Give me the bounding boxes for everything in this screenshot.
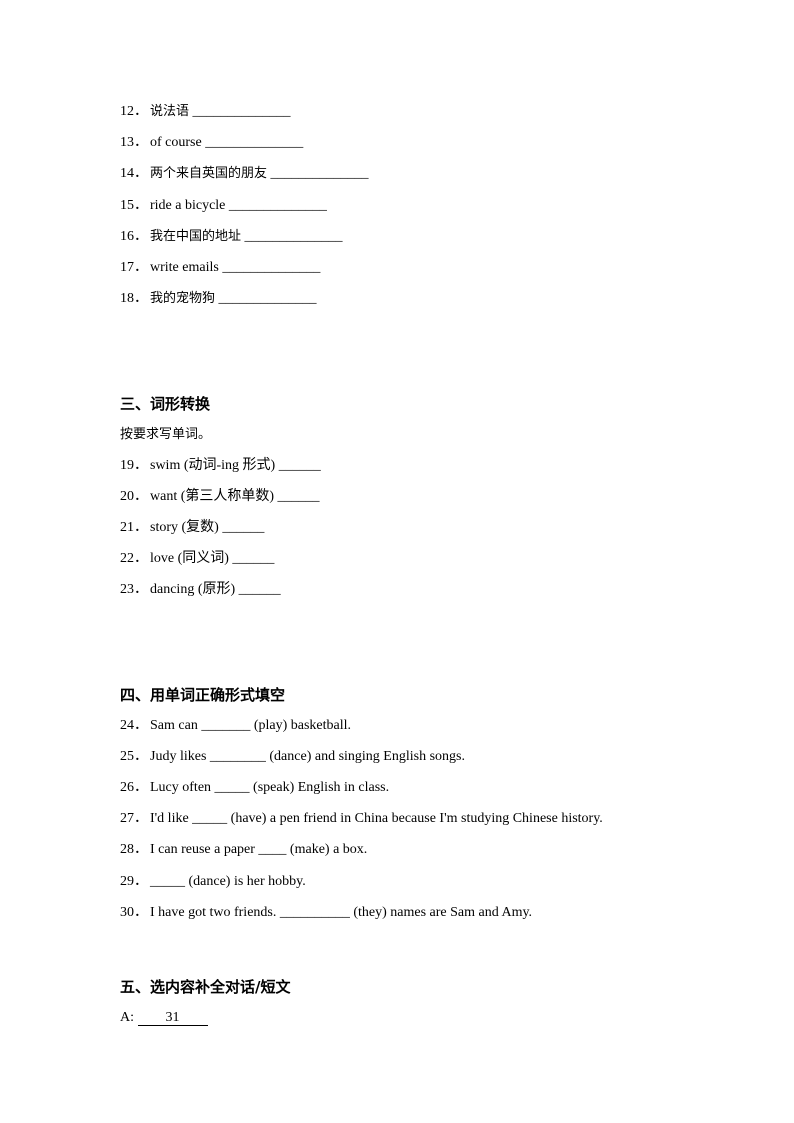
question-text: I'd like _____ (have) a pen friend in Ch… xyxy=(150,811,603,826)
question-text: story (复数) ______ xyxy=(150,520,265,535)
answer-blank[interactable]: ______________ xyxy=(267,166,369,181)
question-item: 12． 说法语 ______________ xyxy=(120,103,291,121)
question-item: 13． of course ______________ xyxy=(120,134,303,152)
question-text: _____ (dance) is her hobby. xyxy=(150,874,306,889)
question-item: 25． Judy likes ________ (dance) and singi… xyxy=(120,748,465,766)
question-number: 12． xyxy=(120,104,148,119)
question-text: 我在中国的地址 xyxy=(150,229,242,244)
question-text: write emails xyxy=(150,260,219,275)
question-number: 23． xyxy=(120,582,148,597)
question-text: I can reuse a paper ____ (make) a box. xyxy=(150,842,368,857)
question-text: swim (动词-ing 形式) ______ xyxy=(150,458,321,473)
question-number: 21． xyxy=(120,520,148,535)
question-item: 24． Sam can _______ (play) basketball. xyxy=(120,717,351,735)
question-text: Lucy often _____ (speak) English in clas… xyxy=(150,780,390,795)
question-number: 27． xyxy=(120,811,148,826)
question-item: 21． story (复数) ______ xyxy=(120,519,264,537)
answer-blank[interactable]: ______________ xyxy=(241,229,343,244)
answer-blank[interactable]: ______________ xyxy=(189,104,291,119)
section-instruction: 按要求写单词。 xyxy=(120,427,212,442)
question-item: 29． _____ (dance) is her hobby. xyxy=(120,873,306,891)
question-number: 25． xyxy=(120,749,148,764)
answer-blank[interactable]: ______________ xyxy=(219,260,320,275)
dialogue-line: A: 31 xyxy=(120,1009,208,1027)
question-text: 说法语 xyxy=(150,104,190,119)
question-number: 26． xyxy=(120,780,148,795)
question-text: love (同义词) ______ xyxy=(150,551,275,566)
question-text: Sam can _______ (play) basketball. xyxy=(150,718,352,733)
question-number: 22． xyxy=(120,551,148,566)
question-text: 两个来自英国的朋友 xyxy=(150,166,268,181)
question-item: 17． write emails ______________ xyxy=(120,259,320,277)
answer-blank[interactable]: 31 xyxy=(137,1011,208,1026)
question-text: want (第三人称单数) ______ xyxy=(150,489,320,504)
answer-blank[interactable]: ______________ xyxy=(202,135,303,150)
question-item: 15． ride a bicycle ______________ xyxy=(120,197,327,215)
question-number: 20． xyxy=(120,489,148,504)
answer-blank[interactable]: ______________ xyxy=(215,291,317,306)
question-item: 20． want (第三人称单数) ______ xyxy=(120,488,320,506)
question-number: 13． xyxy=(120,135,148,150)
question-item: 26． Lucy often _____ (speak) English in c… xyxy=(120,779,389,797)
question-item: 14． 两个来自英国的朋友 ______________ xyxy=(120,165,369,183)
question-number: 17． xyxy=(120,260,148,275)
question-number: 30． xyxy=(120,905,148,920)
question-number: 24． xyxy=(120,718,148,733)
question-item: 28． I can reuse a paper ____ (make) a box… xyxy=(120,841,367,859)
question-text: of course xyxy=(150,135,202,150)
question-item: 18． 我的宠物狗 ______________ xyxy=(120,290,317,308)
question-number: 18． xyxy=(120,291,148,306)
question-item: 23． dancing (原形) ______ xyxy=(120,581,281,599)
question-number: 29． xyxy=(120,874,148,889)
speaker-label: A: xyxy=(120,1010,138,1025)
question-item: 19． swim (动词-ing 形式) ______ xyxy=(120,457,321,475)
question-item: 30． I have got two friends. __________ (t… xyxy=(120,904,532,922)
question-text: dancing (原形) ______ xyxy=(150,582,281,597)
section-heading: 四、用单词正确形式填空 xyxy=(120,686,286,704)
question-text: Judy likes ________ (dance) and singing … xyxy=(150,749,465,764)
section-heading: 五、选内容补全对话/短文 xyxy=(120,978,291,996)
question-item: 27． I'd like _____ (have) a pen friend in… xyxy=(120,810,603,828)
question-item: 22． love (同义词) ______ xyxy=(120,550,274,568)
section-heading: 三、词形转换 xyxy=(120,395,211,413)
question-item: 16． 我在中国的地址 ______________ xyxy=(120,228,343,246)
question-text: ride a bicycle xyxy=(150,198,226,213)
question-text: I have got two friends. __________ (they… xyxy=(150,905,533,920)
question-number: 15． xyxy=(120,198,148,213)
question-number: 16． xyxy=(120,229,148,244)
question-number: 19． xyxy=(120,458,148,473)
question-number: 14． xyxy=(120,166,148,181)
question-text: 我的宠物狗 xyxy=(150,291,216,306)
question-number: 28． xyxy=(120,842,148,857)
answer-blank[interactable]: ______________ xyxy=(225,198,327,213)
